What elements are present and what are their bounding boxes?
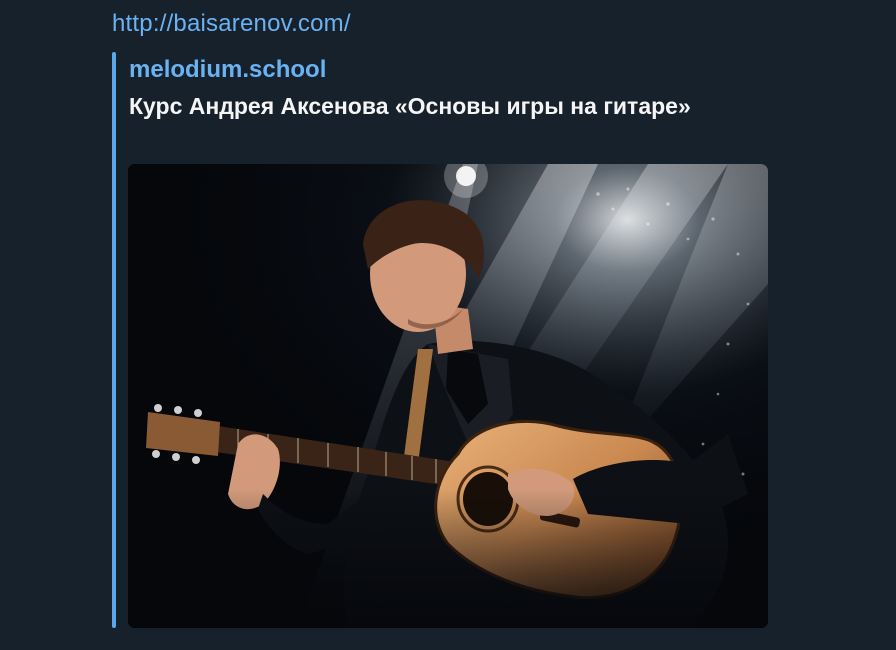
message-link[interactable]: http://baisarenov.com/ — [112, 10, 351, 38]
link-preview-card[interactable]: melodium.school Курс Андрея Аксенова «Ос… — [112, 52, 772, 628]
guitarist-photo-icon — [128, 164, 768, 628]
preview-site-name: melodium.school — [129, 56, 327, 83]
preview-image[interactable] — [128, 164, 768, 628]
preview-title: Курс Андрея Аксенова «Основы игры на гит… — [129, 93, 691, 119]
preview-accent-bar — [112, 52, 116, 628]
